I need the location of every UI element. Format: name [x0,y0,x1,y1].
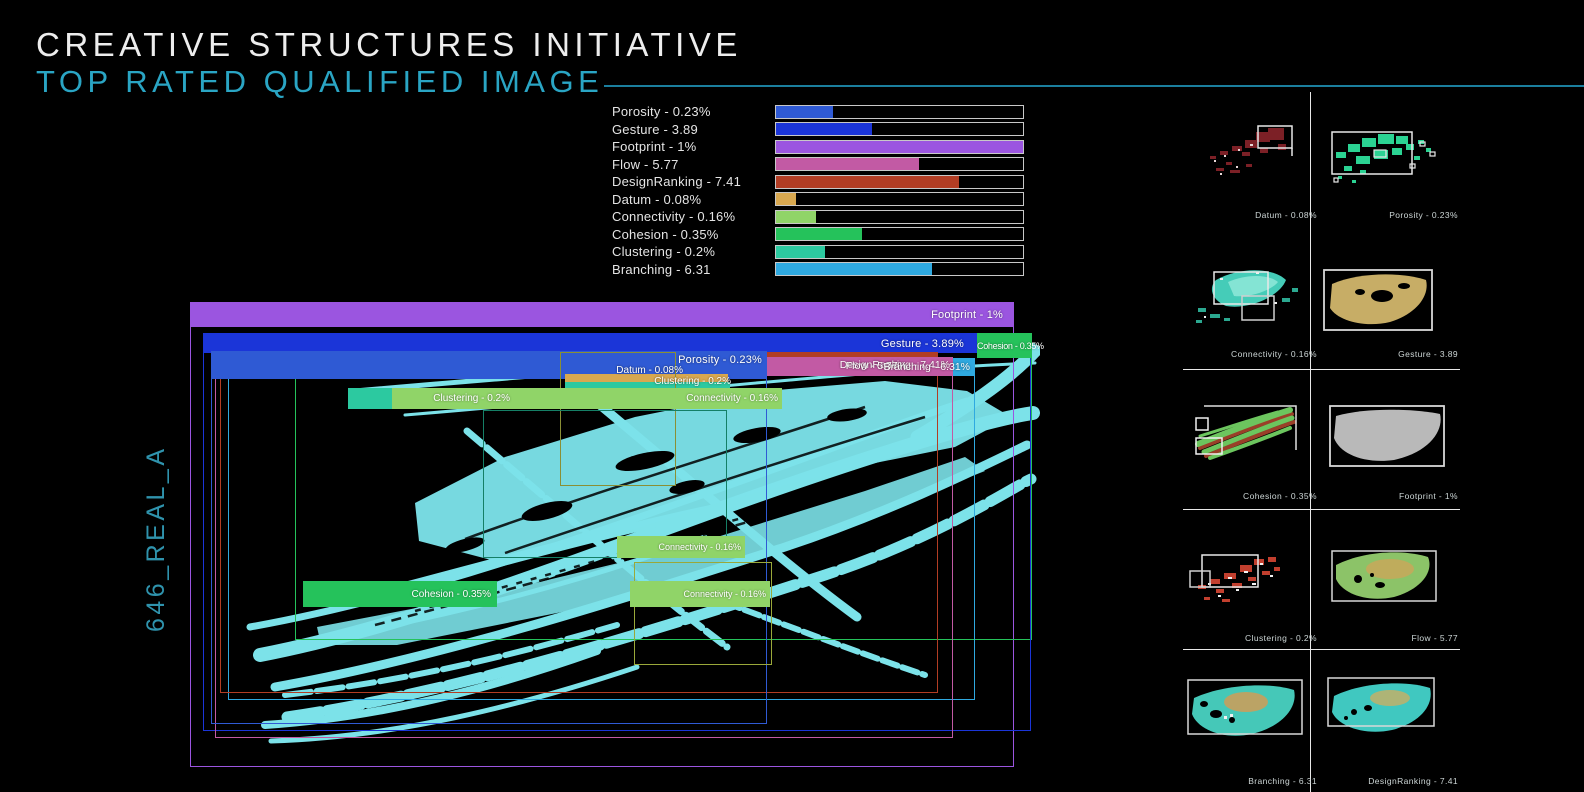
legend-bar-track [775,175,1024,189]
thumbnail-label-cohesion: Cohesion - 0.35% [1157,491,1317,501]
overlay-bar-cohesion-low: Cohesion - 0.35% [303,581,497,607]
legend-label: Datum - 0.08% [612,192,764,207]
thumbnail-label-porosity: Porosity - 0.23% [1298,210,1458,220]
overlay-header-footprint: Footprint - 1% [191,303,1013,327]
legend-bar-fill [776,141,1023,153]
overlay-label-gesture: Gesture - 3.89% [881,338,964,350]
overlay-band-clustering: Clustering - 0.2% [392,388,622,409]
thumbnail-label-gesture: Gesture - 3.89 [1298,349,1458,359]
thumbnail-label-connectivity: Connectivity - 0.16% [1157,349,1317,359]
legend-row: Clustering - 0.2% [612,243,1024,261]
legend-bar-fill [776,158,919,170]
panel-separator [1183,649,1460,650]
legend-row: Cohesion - 0.35% [612,226,1024,244]
overlay-label-clustering: Clustering - 0.2% [654,376,731,387]
legend-row: Flow - 5.77 [612,156,1024,174]
thumbnail-image-gesture [1320,266,1442,341]
legend-row: Gesture - 3.89 [612,121,1024,139]
thumbnail-image-connectivity [1186,258,1316,343]
legend-label: Footprint - 1% [612,139,764,154]
panel-separator [1183,509,1460,510]
legend-row: Footprint - 1% [612,138,1024,156]
thumbnail-image-porosity [1322,124,1452,199]
legend-label: DesignRanking - 7.41 [612,174,764,189]
legend-bar-track [775,157,1024,171]
legend-bar-fill [776,263,932,275]
page-title: CREATIVE STRUCTURES INITIATIVE [36,26,742,64]
legend-label: Clustering - 0.2% [612,244,764,259]
overlay-label-connectivity-mid: Connectivity - 0.16% [658,542,741,552]
thumbnail-image-datum [1190,118,1320,193]
legend-bar-fill [776,211,816,223]
thumbnail-image-clustering [1182,545,1308,618]
legend-row: Branching - 6.31 [612,261,1024,279]
overlay-label-cohesion: Cohesion - 0.35% [977,341,1044,351]
overlay-label-connectivity-band: Connectivity - 0.16% [686,393,778,404]
thumbnail-label-flow: Flow - 5.77 [1298,633,1458,643]
overlay-band-connectivity: Connectivity - 0.16% [622,388,782,409]
legend-row: Datum - 0.08% [612,191,1024,209]
legend-bar-fill [776,228,862,240]
overlay-label-clustering-band: Clustering - 0.2% [433,393,510,404]
page-subtitle: TOP RATED QUALIFIED IMAGE [36,64,603,100]
overlay-label-connectivity-low: Connectivity - 0.16% [683,589,766,599]
overlay-label-branching: Branching - 6.31% [884,361,970,373]
legend-bar-track [775,122,1024,136]
overlay-label-datum: Datum - 0.08% [616,365,683,376]
overlay-bar-connectivity-low: Connectivity - 0.16% [630,581,770,607]
legend-bar-track [775,140,1024,154]
legend-bar-fill [776,246,825,258]
legend-row: Porosity - 0.23% [612,103,1024,121]
legend-row: DesignRanking - 7.41 [612,173,1024,191]
overlay-label-footprint: Footprint - 1% [931,309,1003,321]
thumbnail-image-flow [1328,545,1448,614]
thumbnail-image-footprint [1326,404,1450,477]
overlay-band-clustering-teal [348,388,392,409]
legend-bar-track [775,105,1024,119]
legend-label: Porosity - 0.23% [612,104,764,119]
legend-bar-track [775,262,1024,276]
legend-row: Connectivity - 0.16% [612,208,1024,226]
overlay-label-cohesion-low: Cohesion - 0.35% [412,589,492,600]
subtitle-rule [604,85,1584,87]
legend-bar-track [775,227,1024,241]
legend-label: Flow - 5.77 [612,157,764,172]
legend-label: Cohesion - 0.35% [612,227,764,242]
thumbnail-label-designranking: DesignRanking - 7.41 [1298,776,1458,786]
thumbnail-label-datum: Datum - 0.08% [1157,210,1317,220]
legend-bar-track [775,192,1024,206]
overlay-header-cohesion: Cohesion - 0.35% [977,333,1032,358]
dashboard: CREATIVE STRUCTURES INITIATIVE TOP RATED… [0,0,1584,792]
legend-bar-fill [776,123,872,135]
legend-bar-track [775,210,1024,224]
legend-bar-fill [776,193,796,205]
thumbnail-label-branching: Branching - 6.31 [1157,776,1317,786]
legend-bar-fill [776,106,833,118]
thumbnail-label-footprint: Footprint - 1% [1298,491,1458,501]
legend-label: Gesture - 3.89 [612,122,764,137]
legend-label: Connectivity - 0.16% [612,209,764,224]
metrics-legend: Porosity - 0.23% Gesture - 3.89 Footprin… [612,103,1024,278]
thumbnail-image-cohesion [1186,398,1308,473]
legend-bar-track [775,245,1024,259]
overlay-bar-connectivity-mid: Connectivity - 0.16% [617,536,745,558]
overlay-label-porosity: Porosity - 0.23% [678,354,762,366]
legend-label: Branching - 6.31 [612,262,764,277]
outline-box-olive2 [634,562,772,665]
panel-separator [1183,369,1460,370]
thumbnail-image-branching [1184,676,1310,753]
thumbnail-label-clustering: Clustering - 0.2% [1157,633,1317,643]
panel-divider-vertical [1310,92,1311,792]
legend-bar-fill [776,176,959,188]
thumbnail-image-designranking [1326,676,1444,749]
